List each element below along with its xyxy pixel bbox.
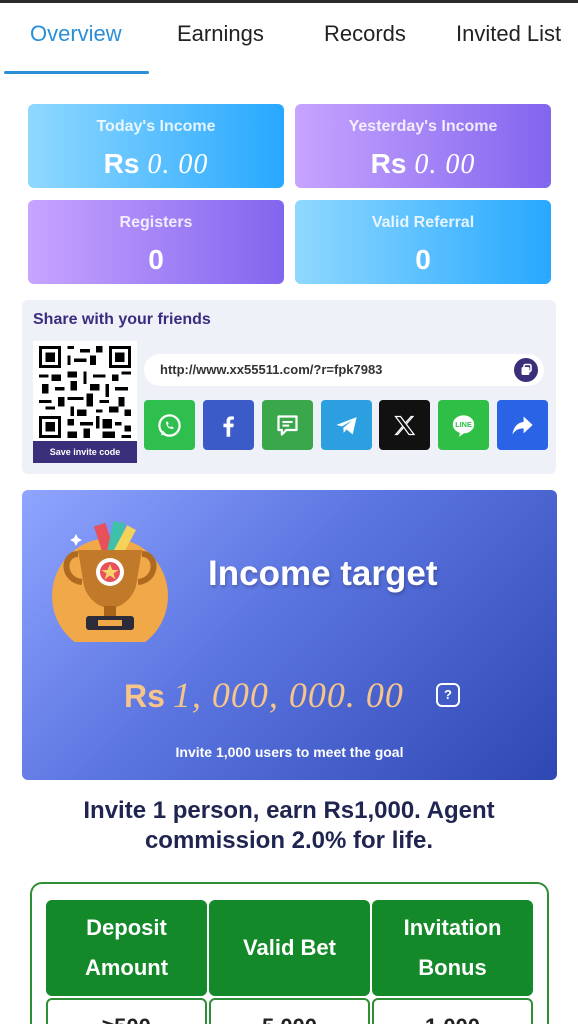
income-target-amount: Rs 1, 000, 000. 00	[124, 674, 404, 716]
facebook-icon	[223, 416, 234, 437]
registers-card: Registers 0	[28, 200, 284, 284]
table-cell-deposit: ≥500	[46, 998, 207, 1024]
tab-bar: Overview Earnings Records Invited List	[0, 3, 578, 75]
line-icon: LINE	[452, 415, 475, 437]
yesterdays-income-label: Yesterday's Income	[348, 118, 498, 135]
income-target-amount-value: 1, 000, 000. 00	[172, 675, 404, 715]
qr-code-box: Save invite code	[33, 341, 137, 463]
todays-income-label: Today's Income	[96, 118, 216, 135]
copy-link-button[interactable]	[514, 358, 538, 382]
invite-link-text: http://www.xx55511.com/?r=fpk7983	[160, 362, 383, 377]
todays-income-card: Today's Income Rs 0. 00	[28, 104, 284, 188]
valid-referral-value: 0	[415, 244, 431, 275]
share-x-button[interactable]	[379, 400, 430, 450]
trophy-icon	[52, 521, 168, 642]
tab-records[interactable]: Records	[324, 21, 406, 47]
table-header-valid-bet: Valid Bet	[209, 900, 370, 996]
share-title: Share with your friends	[33, 311, 211, 328]
share-facebook-button[interactable]	[203, 400, 254, 450]
share-whatsapp-button[interactable]	[144, 400, 195, 450]
invite-commission-text: Invite 1 person, earn Rs1,000. Agent com…	[83, 797, 495, 854]
svg-text:LINE: LINE	[455, 420, 472, 429]
registers-value: 0	[148, 244, 164, 275]
share-telegram-button[interactable]	[321, 400, 372, 450]
active-tab-indicator	[4, 71, 149, 74]
x-icon	[394, 415, 416, 436]
income-target-banner: Income target Rs 1, 000, 000. 00 ? Invite…	[22, 490, 557, 780]
yesterdays-income-value: Rs 0. 00	[295, 148, 551, 181]
todays-income-amount: 0. 00	[147, 149, 209, 180]
yesterdays-income-card: Yesterday's Income Rs 0. 00	[295, 104, 551, 188]
share-sms-button[interactable]	[262, 400, 313, 450]
valid-referral-label: Valid Referral	[371, 214, 475, 231]
sms-icon	[277, 415, 298, 436]
table-cell-bonus: 1,000	[372, 998, 533, 1024]
table-header-deposit-amount: Deposit Amount	[46, 900, 207, 996]
table-cell-bet: 5,000	[209, 998, 370, 1024]
save-invite-code-button[interactable]: Save invite code	[33, 441, 137, 463]
copy-icon	[521, 363, 532, 375]
share-line-button[interactable]: LINE	[438, 400, 489, 450]
todays-income-value: Rs 0. 00	[28, 148, 284, 181]
tab-earnings[interactable]: Earnings	[177, 21, 264, 47]
income-target-subtitle: Invite 1,000 users to meet the goal	[175, 744, 404, 760]
income-target-title: Income target	[208, 554, 438, 593]
table-header-invitation-bonus: Invitation Bonus	[372, 900, 533, 996]
currency-label: Rs	[370, 148, 407, 179]
help-icon[interactable]: ?	[436, 683, 460, 707]
reward-table: Deposit Amount Valid Bet Invitation Bonu…	[30, 882, 549, 1024]
registers-label: Registers	[119, 214, 193, 231]
share-icon	[512, 416, 533, 435]
telegram-icon	[336, 417, 357, 435]
currency-label: Rs	[124, 678, 165, 714]
qr-code-icon	[39, 346, 131, 438]
tab-overview[interactable]: Overview	[30, 21, 122, 47]
share-panel: Share with your friends Save invite code…	[22, 300, 556, 474]
share-more-button[interactable]	[497, 400, 548, 450]
invite-link-field[interactable]: http://www.xx55511.com/?r=fpk7983	[144, 354, 544, 386]
valid-referral-card: Valid Referral 0	[295, 200, 551, 284]
tab-invited-list[interactable]: Invited List	[456, 21, 561, 47]
yesterdays-income-amount: 0. 00	[414, 149, 476, 180]
currency-label: Rs	[103, 148, 140, 179]
whatsapp-icon	[158, 414, 181, 437]
